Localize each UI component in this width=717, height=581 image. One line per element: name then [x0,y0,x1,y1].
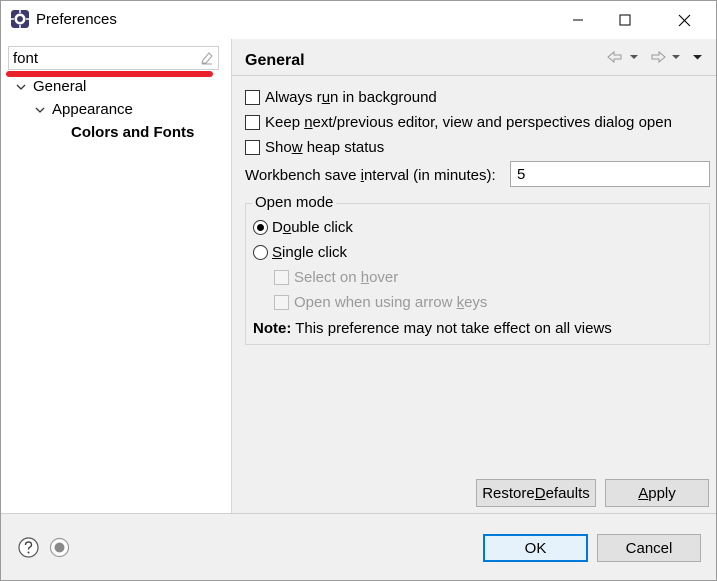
checkbox-box[interactable] [245,115,260,130]
single-click-label: Single click [272,244,348,261]
record-icon[interactable] [49,537,70,558]
open-mode-group-title: Open mode [252,194,337,211]
tree-item-colors-and-fonts-label: Colors and Fonts [71,124,195,141]
tree-item-general[interactable]: General [15,78,86,95]
forward-dropdown-icon[interactable] [672,55,680,59]
page-title: General [245,52,305,69]
red-underline-annotation [6,71,213,77]
keep-editor-dialog-open-label: Keep next/previous editor, view and pers… [265,114,672,131]
preferences-window: Preferences font General Appearance Colo… [0,0,717,581]
tree-item-general-label: General [33,78,87,95]
double-click-radio[interactable]: Double click [253,219,353,236]
dialog-footer: OK Cancel [1,514,716,580]
apply-button[interactable]: Apply [605,479,709,507]
preference-tree-pane: font General Appearance Colors and Fonts [1,39,231,513]
close-icon [678,14,690,26]
eclipse-app-icon [11,10,29,28]
view-menu-icon[interactable] [693,55,702,60]
chevron-down-icon[interactable] [34,104,46,116]
maximize-button[interactable] [602,1,648,39]
maximize-icon [619,14,631,26]
filter-input[interactable]: font [8,46,219,70]
radio-button[interactable] [253,245,268,260]
show-heap-status-label: Show heap status [265,139,385,156]
ok-button[interactable]: OK [483,534,588,562]
select-on-hover-label: Select on hover [294,269,399,286]
back-dropdown-icon[interactable] [630,55,638,59]
restore-defaults-button[interactable]: Restore Defaults [476,479,596,507]
single-click-radio[interactable]: Single click [253,244,347,261]
minimize-icon [573,19,583,21]
select-on-hover-checkbox: Select on hover [274,269,398,286]
minimize-button[interactable] [555,1,601,39]
page-navigation [607,50,702,64]
checkbox-box-disabled [274,270,289,285]
forward-arrow-icon[interactable] [651,50,666,64]
chevron-down-icon[interactable] [15,81,27,93]
double-click-label: Double click [272,219,353,236]
save-interval-input[interactable]: 5 [510,161,710,187]
open-with-arrow-keys-label: Open when using arrow keys [294,294,488,311]
checkbox-box[interactable] [245,90,260,105]
open-mode-note: Note: This preference may not take effec… [253,320,612,337]
help-icon[interactable] [18,537,39,558]
clear-filter-icon[interactable] [200,51,214,65]
title-separator [232,75,716,76]
filter-input-value: font [13,50,39,67]
save-interval-label: Workbench save interval (in minutes): [245,167,496,184]
preference-page: General Always run in background Keep ne… [232,39,716,513]
show-heap-status-checkbox[interactable]: Show heap status [245,139,384,156]
checkbox-box-disabled [274,295,289,310]
cancel-button[interactable]: Cancel [597,534,701,562]
window-title: Preferences [36,11,117,28]
back-arrow-icon[interactable] [607,50,622,64]
keep-editor-dialog-open-checkbox[interactable]: Keep next/previous editor, view and pers… [245,114,672,131]
open-with-arrow-keys-checkbox: Open when using arrow keys [274,294,487,311]
radio-button-selected[interactable] [253,220,268,235]
checkbox-box[interactable] [245,140,260,155]
tree-item-colors-and-fonts[interactable]: Colors and Fonts [71,124,194,141]
always-run-in-background-checkbox[interactable]: Always run in background [245,89,437,106]
tree-item-appearance-label: Appearance [52,101,133,118]
close-button[interactable] [661,1,707,39]
always-run-in-background-label: Always run in background [265,89,437,106]
title-bar: Preferences [1,1,716,39]
tree-item-appearance[interactable]: Appearance [34,101,133,118]
